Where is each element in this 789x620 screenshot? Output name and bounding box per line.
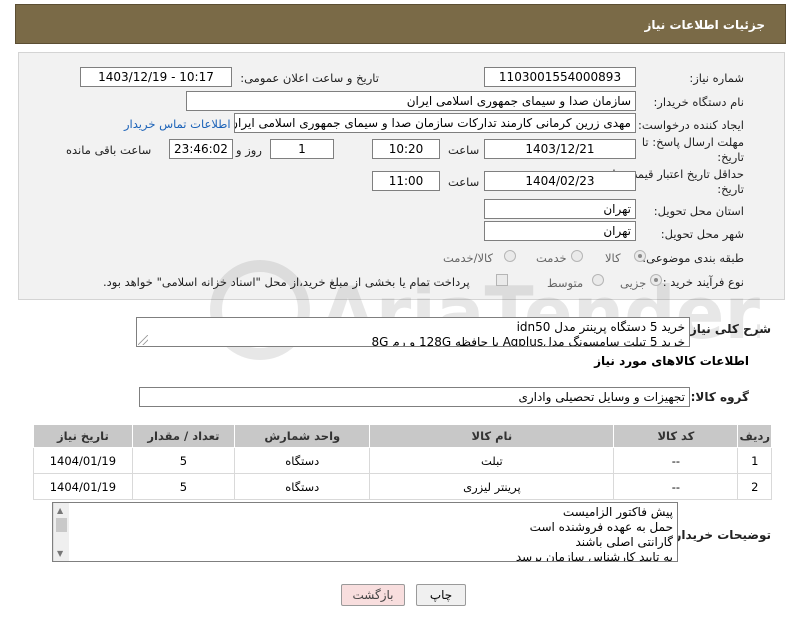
table-row: 1 -- تبلت دستگاه 5 1404/01/19 (33, 447, 772, 474)
send-time-label: ساعت (448, 143, 480, 157)
cell-need-date: 1404/01/19 (33, 473, 133, 500)
buyer-notes-label: توضیحات خریدار: (669, 528, 771, 542)
category-radio-goods-service[interactable] (504, 250, 516, 262)
cell-quantity: 5 (131, 447, 236, 474)
announce-datetime-label: تاریخ و ساعت اعلان عمومی: (240, 71, 379, 85)
purchase-radio-medium[interactable] (592, 274, 604, 286)
purchase-option-minor: جزیی (620, 276, 647, 290)
goods-info-title: اطلاعات کالاهای مورد نیاز (594, 354, 749, 368)
cell-goods-name: تبلت (369, 447, 615, 474)
cell-goods-name: پرینتر لیزری (369, 473, 615, 500)
treasury-payment-note: پرداخت تمام یا بخشی از مبلغ خرید،از محل … (103, 275, 470, 289)
cell-need-date: 1404/01/19 (33, 447, 133, 474)
requester-field: مهدی زرین کرمانی کارمند تدارکات سازمان ص… (234, 113, 636, 133)
send-time-field: 10:20 (372, 139, 440, 159)
city-field: تهران (484, 221, 636, 241)
goods-table: ردیف کد کالا نام کالا واحد شمارش تعداد /… (33, 424, 772, 500)
watermark-logo: AriaTender.neT (200, 250, 789, 370)
buyer-contact-link[interactable]: اطلاعات تماس خریدار (124, 117, 231, 131)
col-goods-code: کد کالا (613, 424, 739, 448)
remaining-time-label: ساعت باقی مانده (66, 143, 152, 157)
category-option-goods: کالا (605, 251, 621, 265)
need-number-field: 1103001554000893 (484, 67, 636, 87)
category-option-service: خدمت (536, 251, 567, 265)
city-label: شهر محل تحویل: (660, 227, 744, 241)
days-remaining-field: 1 (270, 139, 334, 159)
validity-time-label: ساعت (448, 175, 480, 189)
cell-goods-code: -- (613, 447, 739, 474)
col-need-date: تاریخ نیاز (33, 424, 133, 448)
buyer-notes-line-4: به تایید کارشناس سازمان برسد (515, 550, 673, 562)
cell-unit: دستگاه (234, 473, 371, 500)
purchase-type-label: نوع فرآیند خرید : (662, 275, 744, 289)
scroll-down-icon[interactable]: ▼ (57, 549, 63, 558)
goods-group-label: گروه کالا: (690, 390, 749, 404)
need-description-textarea[interactable]: خرید 5 دستگاه پرینتر مدل idn50 خرید 5 تب… (136, 317, 690, 347)
province-field: تهران (484, 199, 636, 219)
category-radio-goods[interactable] (634, 250, 646, 262)
goods-group-field: تجهیزات و وسایل تحصیلی واداری (139, 387, 690, 407)
requester-label: ایجاد کننده درخواست: (638, 118, 744, 132)
cell-quantity: 5 (131, 473, 236, 500)
remaining-time-field: 23:46:02 (169, 139, 233, 159)
col-row-number: ردیف (737, 424, 772, 448)
buyer-org-field: سازمان صدا و سیمای جمهوری اسلامی ایران (186, 91, 636, 111)
validity-date-field: 1404/02/23 (484, 171, 636, 191)
notes-scrollbar[interactable]: ▲ ▼ (53, 503, 69, 561)
buyer-notes-textarea[interactable]: پیش فاکتور الزامیست حمل به عهده فروشنده … (52, 502, 678, 562)
goods-table-header: ردیف کد کالا نام کالا واحد شمارش تعداد /… (33, 424, 772, 448)
col-quantity: تعداد / مقدار (131, 424, 236, 448)
need-number-label: شماره نیاز: (689, 71, 744, 85)
category-option-goods-service: کالا/خدمت (443, 251, 494, 265)
need-description-label: شرح کلی نیاز: (685, 322, 771, 336)
buyer-notes-line-1: پیش فاکتور الزامیست (562, 505, 673, 519)
cell-goods-code: -- (613, 473, 739, 500)
validity-time-field: 11:00 (372, 171, 440, 191)
scroll-up-icon[interactable]: ▲ (57, 506, 63, 515)
province-label: استان محل تحویل: (653, 204, 744, 218)
cell-row-number: 2 (737, 473, 772, 500)
buyer-org-label: نام دستگاه خریدار: (653, 95, 744, 109)
table-row: 2 -- پرینتر لیزری دستگاه 5 1404/01/19 (33, 473, 772, 500)
announce-datetime-field: 1403/12/19 - 10:17 (80, 67, 232, 87)
page-header: جزئیات اطلاعات نیاز (15, 4, 786, 44)
purchase-option-medium: متوسط (547, 276, 584, 290)
resize-grip-icon[interactable] (138, 335, 148, 345)
purchase-radio-minor[interactable] (650, 274, 662, 286)
need-description-line-1: خرید 5 دستگاه پرینتر مدل idn50 (516, 320, 685, 334)
days-label: روز و (236, 143, 262, 157)
page-title: جزئیات اطلاعات نیاز (644, 18, 765, 32)
cell-row-number: 1 (737, 447, 772, 474)
buyer-notes-line-3: گارانتی اصلی باشند (575, 535, 673, 549)
back-button[interactable]: بازگشت (341, 584, 405, 606)
need-description-line-2: خرید 5 تبلت سامسونگ مدلAqplus با حافظه 1… (371, 335, 685, 347)
send-deadline-label: مهلت ارسال پاسخ: تا تاریخ: (641, 135, 744, 164)
cell-unit: دستگاه (234, 447, 371, 474)
treasury-payment-checkbox[interactable] (496, 274, 508, 286)
col-goods-name: نام کالا (369, 424, 615, 448)
send-date-field: 1403/12/21 (484, 139, 636, 159)
category-radio-service[interactable] (571, 250, 583, 262)
scroll-thumb[interactable] (56, 518, 67, 532)
buyer-notes-line-2: حمل به عهده فروشنده است (529, 520, 673, 534)
category-label: طبقه بندی موضوعی: (642, 251, 744, 265)
col-unit: واحد شمارش (234, 424, 371, 448)
print-button[interactable]: چاپ (416, 584, 466, 606)
